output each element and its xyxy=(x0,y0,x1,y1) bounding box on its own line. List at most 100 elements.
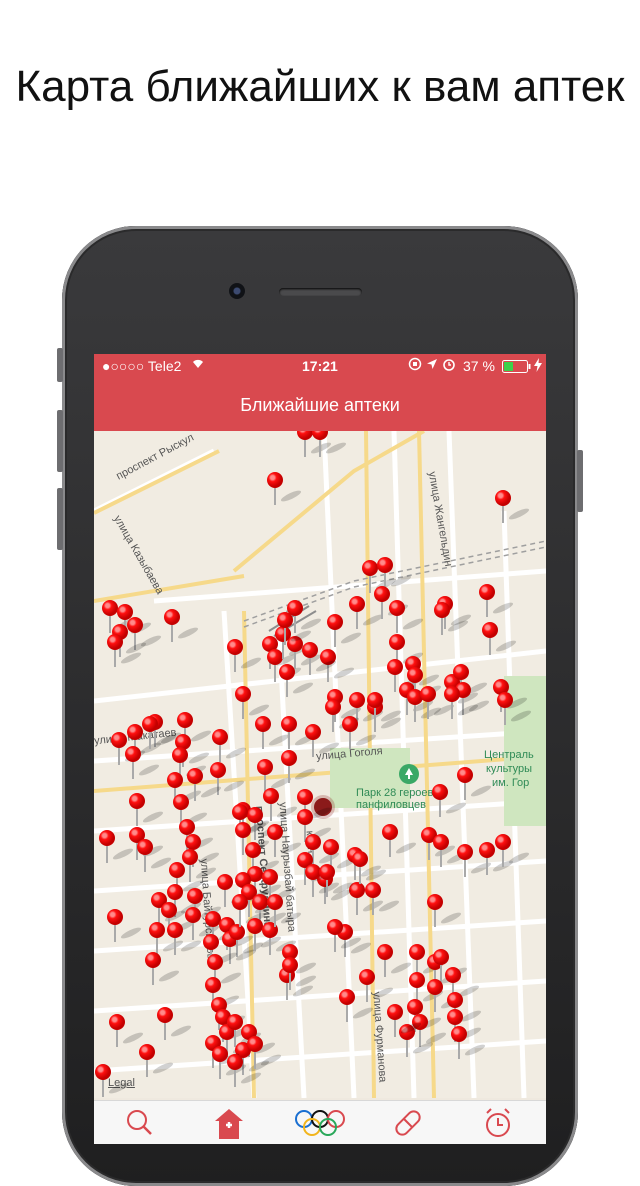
pharmacy-pin[interactable] xyxy=(125,746,161,779)
pharmacy-pin[interactable] xyxy=(281,716,317,749)
pharmacy-pin[interactable] xyxy=(352,851,388,884)
pin-needle xyxy=(234,1067,236,1087)
pharmacy-pin[interactable] xyxy=(382,824,418,857)
pharmacy-pin[interactable] xyxy=(267,649,303,682)
pharmacy-pin[interactable] xyxy=(241,884,277,917)
pharmacy-pin[interactable] xyxy=(367,692,403,725)
pharmacy-pin[interactable] xyxy=(217,874,253,907)
pharmacy-pin[interactable] xyxy=(149,922,185,955)
pharmacy-pin[interactable] xyxy=(305,864,341,897)
pharmacy-pin[interactable] xyxy=(151,892,187,925)
pharmacy-pin[interactable] xyxy=(359,969,395,1002)
pharmacy-pin[interactable] xyxy=(319,864,355,897)
pharmacy-pin[interactable] xyxy=(255,716,291,749)
pharmacy-pin[interactable] xyxy=(227,1014,263,1047)
pharmacy-pin[interactable] xyxy=(302,642,338,675)
pharmacy-pin[interactable] xyxy=(111,732,147,765)
pharmacy-pin[interactable] xyxy=(312,431,348,457)
pharmacy-pin[interactable] xyxy=(365,882,401,915)
pharmacy-pin[interactable] xyxy=(421,827,457,860)
pharmacy-pin[interactable] xyxy=(407,689,443,722)
pharmacy-pin[interactable] xyxy=(434,602,470,635)
pharmacy-pin[interactable] xyxy=(457,844,493,877)
pharmacy-pin[interactable] xyxy=(182,849,218,882)
alarm-icon xyxy=(442,357,456,374)
pharmacy-pin[interactable] xyxy=(107,909,143,942)
pharmacy-pin[interactable] xyxy=(279,664,315,697)
pharmacy-pin[interactable] xyxy=(389,600,425,633)
pharmacy-pin[interactable] xyxy=(227,1054,263,1087)
pharmacy-pin[interactable] xyxy=(227,639,263,672)
pharmacy-pin[interactable] xyxy=(349,596,385,629)
pharmacy-pin[interactable] xyxy=(297,431,333,457)
pharmacy-pin[interactable] xyxy=(479,584,515,617)
pharmacy-pin[interactable] xyxy=(387,659,423,692)
pharmacy-pin[interactable] xyxy=(129,793,165,826)
pharmacy-pin[interactable] xyxy=(374,586,410,619)
pharmacy-pin[interactable] xyxy=(362,560,398,593)
pharmacy-pin[interactable] xyxy=(263,788,299,821)
pharmacy-pin[interactable] xyxy=(247,1036,283,1069)
pharmacy-pin[interactable] xyxy=(287,636,323,669)
pharmacy-pin[interactable] xyxy=(482,622,518,655)
pharmacy-pin[interactable] xyxy=(142,716,178,749)
pharmacy-pin[interactable] xyxy=(287,600,323,633)
pharmacy-pin[interactable] xyxy=(109,1014,145,1047)
pharmacy-pin[interactable] xyxy=(433,949,469,982)
pharmacy-pin[interactable] xyxy=(349,882,385,915)
pharmacy-pin[interactable] xyxy=(257,759,293,792)
pharmacy-pin[interactable] xyxy=(229,924,265,957)
pharmacy-pin[interactable] xyxy=(427,979,463,1012)
pharmacy-pin[interactable] xyxy=(102,600,138,633)
pharmacy-pin[interactable] xyxy=(212,1046,248,1079)
pharmacy-pin[interactable] xyxy=(247,918,283,951)
pharmacy-pin[interactable] xyxy=(277,612,313,645)
pharmacy-pin[interactable] xyxy=(267,894,303,927)
pharmacy-pin[interactable] xyxy=(212,729,248,762)
pharmacy-pin[interactable] xyxy=(157,1007,193,1040)
pharmacy-pin[interactable] xyxy=(139,1044,175,1077)
pin-needle xyxy=(458,1039,460,1059)
pharmacy-pin[interactable] xyxy=(267,824,303,857)
pharmacy-pin[interactable] xyxy=(325,699,361,732)
pharmacy-pin[interactable] xyxy=(167,922,203,955)
pharmacy-pin[interactable] xyxy=(185,907,221,940)
pharmacy-pin[interactable] xyxy=(99,830,135,863)
pharmacy-pin[interactable] xyxy=(235,822,271,855)
pharmacy-pin[interactable] xyxy=(342,716,378,749)
pharmacy-pin[interactable] xyxy=(327,614,363,647)
pharmacy-pin[interactable] xyxy=(451,1026,487,1059)
pharmacy-pin[interactable] xyxy=(282,957,318,990)
pharmacy-pin[interactable] xyxy=(327,919,363,952)
pharmacy-pin[interactable] xyxy=(305,724,341,757)
pharmacy-pin[interactable] xyxy=(479,842,515,875)
pharmacy-pin[interactable] xyxy=(497,692,533,725)
pharmacy-pin[interactable] xyxy=(137,839,173,872)
pharmacy-pin[interactable] xyxy=(267,472,303,505)
pharmacy-pin[interactable] xyxy=(107,634,143,667)
pharmacy-pin[interactable] xyxy=(399,1024,435,1057)
pharmacy-pin[interactable] xyxy=(187,768,223,801)
pharmacy-pin[interactable] xyxy=(235,686,271,719)
pharmacy-pin[interactable] xyxy=(279,967,315,1000)
pharmacy-pin[interactable] xyxy=(377,944,413,977)
pharmacy-pin[interactable] xyxy=(433,834,469,867)
pharmacy-pin[interactable] xyxy=(457,767,493,800)
pharmacy-pin[interactable] xyxy=(420,686,456,719)
pharmacy-pin[interactable] xyxy=(495,490,531,523)
pharmacy-pin[interactable] xyxy=(495,834,531,867)
pharmacy-pin[interactable] xyxy=(432,784,468,817)
pharmacy-pin[interactable] xyxy=(427,894,463,927)
pharmacy-pin[interactable] xyxy=(387,1004,423,1037)
pharmacy-pin[interactable] xyxy=(232,894,268,927)
pharmacy-map[interactable]: проспект Рыскул улица Казыбаева улица Жа… xyxy=(94,431,546,1098)
pharmacy-pin[interactable] xyxy=(145,952,181,985)
pin-needle xyxy=(286,677,288,697)
pharmacy-pin[interactable] xyxy=(164,609,200,642)
pharmacy-pin[interactable] xyxy=(95,1064,131,1097)
pharmacy-pin[interactable] xyxy=(281,750,317,783)
pharmacy-pin[interactable] xyxy=(339,989,375,1022)
pharmacy-pin[interactable] xyxy=(262,922,298,955)
pharmacy-pin[interactable] xyxy=(444,686,480,719)
pharmacy-pin[interactable] xyxy=(377,557,413,590)
